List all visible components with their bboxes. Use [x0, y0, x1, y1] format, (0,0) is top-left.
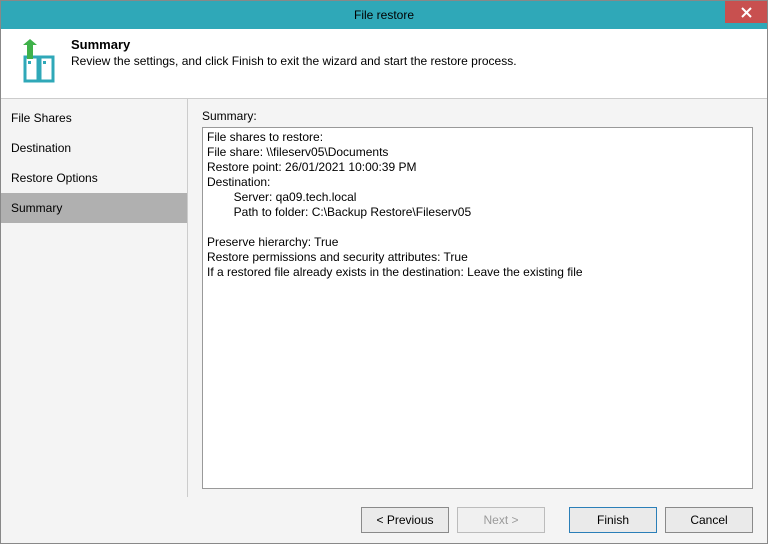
nav-item-destination[interactable]: Destination [1, 133, 187, 163]
nav-item-summary[interactable]: Summary [1, 193, 187, 223]
nav-item-restore-options[interactable]: Restore Options [1, 163, 187, 193]
window-title: File restore [354, 8, 414, 22]
nav-item-file-shares[interactable]: File Shares [1, 103, 187, 133]
wizard-main: Summary: File shares to restore: File sh… [188, 99, 767, 497]
summary-textbox[interactable]: File shares to restore: File share: \\fi… [202, 127, 753, 489]
wizard-step-desc: Review the settings, and click Finish to… [71, 54, 517, 68]
wizard-step-title: Summary [71, 37, 517, 52]
close-button[interactable] [725, 1, 767, 23]
summary-label: Summary: [202, 109, 753, 123]
close-icon [741, 7, 752, 18]
wizard-window: File restore Summary Review the settings… [0, 0, 768, 544]
restore-icon [13, 39, 59, 88]
next-button: Next > [457, 507, 545, 533]
cancel-button[interactable]: Cancel [665, 507, 753, 533]
wizard-nav: File Shares Destination Restore Options … [1, 99, 188, 497]
wizard-body: File Shares Destination Restore Options … [1, 98, 767, 497]
wizard-footer: < Previous Next > Finish Cancel [1, 497, 767, 543]
wizard-header: Summary Review the settings, and click F… [1, 29, 767, 98]
previous-button[interactable]: < Previous [361, 507, 449, 533]
title-bar: File restore [1, 1, 767, 29]
finish-button[interactable]: Finish [569, 507, 657, 533]
wizard-header-text: Summary Review the settings, and click F… [71, 37, 517, 68]
